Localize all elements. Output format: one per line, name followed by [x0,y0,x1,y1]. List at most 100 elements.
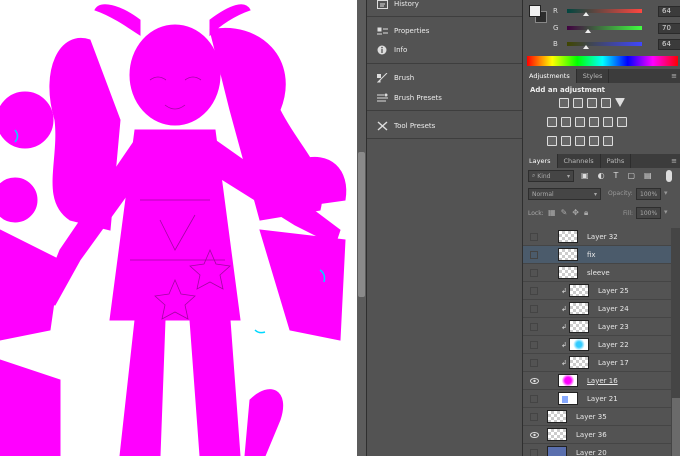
canvas-scrollbar-thumb[interactable] [358,152,365,297]
visibility-toggle[interactable] [528,300,540,318]
layer-thumbnail[interactable] [547,410,567,423]
layer-thumbnail[interactable] [558,374,578,387]
blue-slider[interactable] [567,42,642,49]
exposure-icon[interactable] [601,98,611,108]
vibrance-icon[interactable] [615,98,625,107]
chevron-down-icon[interactable]: ▾ [664,208,668,216]
invert-icon[interactable] [547,136,557,146]
tab-adjustments[interactable]: Adjustments [523,69,577,83]
eye-icon[interactable] [528,372,540,390]
layer-thumbnail[interactable] [558,248,578,261]
visibility-toggle[interactable] [528,282,540,300]
layer-filter-kind-select[interactable]: ⌕ Kind ▾ [528,170,574,182]
tab-paths[interactable]: Paths [601,154,632,168]
blue-slider-handle[interactable] [583,45,589,49]
layer-thumbnail[interactable] [547,446,567,456]
layer-thumbnail[interactable] [569,302,589,315]
layer-row[interactable]: ↲ Layer 22 [523,336,671,354]
fill-field[interactable]: 100% [636,207,661,219]
layer-row[interactable]: Layer 16 [523,372,671,390]
tab-channels[interactable]: Channels [558,154,601,168]
layer-thumbnail[interactable] [547,428,567,441]
layer-name[interactable]: Layer 16 [587,377,618,385]
panel-info[interactable]: Info [367,42,522,58]
visibility-toggle[interactable] [528,390,540,408]
layer-row[interactable]: sleeve [523,264,671,282]
green-slider[interactable] [567,26,642,33]
chevron-down-icon[interactable]: ▾ [664,189,668,197]
panel-menu-icon[interactable]: ≡ [671,72,677,80]
layer-name[interactable]: Layer 32 [587,233,618,241]
selective-color-icon[interactable] [589,136,599,146]
visibility-toggle[interactable] [528,354,540,372]
visibility-toggle[interactable] [528,246,540,264]
gradient-map-icon[interactable] [603,136,613,146]
layer-row[interactable]: ↲ Layer 17 [523,354,671,372]
posterize-icon[interactable] [561,136,571,146]
red-slider[interactable] [567,9,642,16]
visibility-toggle[interactable] [528,444,540,456]
blend-mode-select[interactable]: Normal ▾ [528,188,601,200]
document-canvas[interactable] [0,0,357,456]
layer-name[interactable]: fix [587,251,596,259]
filter-toggle-switch[interactable] [666,170,672,182]
opacity-field[interactable]: 100% [636,188,661,200]
green-value-field[interactable]: 70 [658,22,680,34]
black-white-icon[interactable] [575,117,585,127]
visibility-toggle[interactable] [528,318,540,336]
layers-scrollbar-thumb[interactable] [672,398,680,456]
layer-thumbnail[interactable] [569,338,589,351]
visibility-toggle[interactable] [528,264,540,282]
lock-image-icon[interactable]: ✎ [561,208,568,218]
red-slider-handle[interactable] [583,12,589,16]
layer-row[interactable]: Layer 21 [523,390,671,408]
layer-name[interactable]: sleeve [587,269,610,277]
threshold-icon[interactable] [575,136,585,146]
color-lookup-icon[interactable] [617,117,627,127]
panel-menu-icon[interactable]: ≡ [671,157,677,165]
channel-mixer-icon[interactable] [603,117,613,127]
layer-row[interactable]: ↲ Layer 25 [523,282,671,300]
red-value-field[interactable]: 64 [658,5,680,17]
eye-icon[interactable] [528,426,540,444]
layer-row[interactable]: Layer 36 [523,426,671,444]
hue-saturation-icon[interactable] [547,117,557,127]
layer-name[interactable]: Layer 22 [598,341,629,349]
layer-thumbnail[interactable] [569,284,589,297]
layer-name[interactable]: Layer 20 [576,449,607,456]
photo-filter-icon[interactable] [589,117,599,127]
layer-row[interactable]: ↲ Layer 23 [523,318,671,336]
canvas-vertical-scrollbar[interactable] [357,0,366,456]
levels-icon[interactable] [573,98,583,108]
tab-layers[interactable]: Layers [523,154,558,168]
layer-name[interactable]: Layer 23 [598,323,629,331]
layer-thumbnail[interactable] [558,230,578,243]
curves-icon[interactable] [587,98,597,108]
shape-filter-icon[interactable]: ▢ [627,171,635,180]
layer-name[interactable]: Layer 17 [598,359,629,367]
lock-all-icon[interactable]: 🔒︎ [584,208,588,218]
type-filter-icon[interactable]: T [614,171,619,180]
layer-name[interactable]: Layer 36 [576,431,607,439]
pixel-filter-icon[interactable]: ▣ [581,171,589,180]
panel-tool-presets[interactable]: Tool Presets [367,118,522,134]
layer-row[interactable]: Layer 20 [523,444,671,456]
layer-thumbnail[interactable] [569,356,589,369]
lock-position-icon[interactable]: ✥ [572,208,579,218]
layer-row[interactable]: fix [523,246,671,264]
layers-scrollbar[interactable] [671,228,680,456]
layer-row[interactable]: ↲ Layer 24 [523,300,671,318]
visibility-toggle[interactable] [528,228,540,246]
color-balance-icon[interactable] [561,117,571,127]
layer-thumbnail[interactable] [558,266,578,279]
lock-transparent-icon[interactable]: ▦ [548,208,556,218]
blue-value-field[interactable]: 64 [658,38,680,50]
visibility-toggle[interactable] [528,408,540,426]
panel-brush-presets[interactable]: Brush Presets [367,90,522,106]
layer-thumbnail[interactable] [569,320,589,333]
layer-row[interactable]: Layer 35 [523,408,671,426]
panel-brush[interactable]: Brush [367,70,522,86]
adjustment-filter-icon[interactable]: ◐ [598,171,605,180]
layer-row[interactable]: Layer 32 [523,228,671,246]
brightness-contrast-icon[interactable] [559,98,569,108]
